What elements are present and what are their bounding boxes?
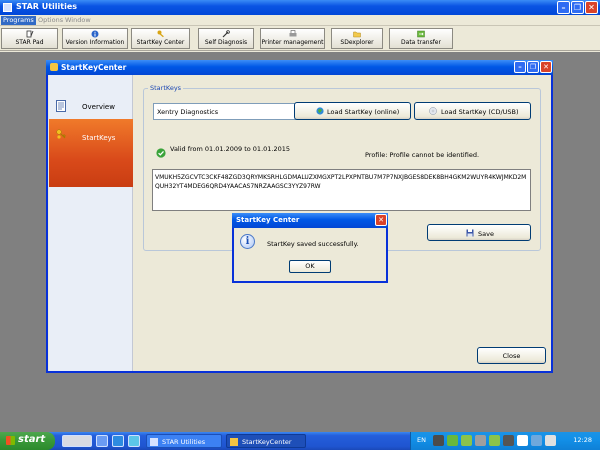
keyboard-layout-icon[interactable] xyxy=(433,435,444,446)
self-diagnosis-button[interactable]: Self Diagnosis xyxy=(198,28,254,49)
star-pad-button[interactable]: STAR Pad xyxy=(1,28,58,49)
toolbar-label: StartKey Center xyxy=(136,39,185,46)
speaker-icon[interactable] xyxy=(545,435,556,446)
toolbar-label: Data transfer xyxy=(401,39,441,46)
printer-icon xyxy=(289,30,296,37)
d-icon[interactable] xyxy=(517,435,528,446)
menu-bar: Programs Options Window xyxy=(0,15,600,26)
window-title-bar[interactable]: StartKeyCenter – ❐ ✕ xyxy=(46,60,553,75)
group-label: StartKeys xyxy=(148,84,184,92)
dialog-close-button[interactable]: ✕ xyxy=(375,214,387,226)
close-button[interactable]: ✕ xyxy=(585,1,598,14)
startkey-center-button[interactable]: StartKey Center xyxy=(131,28,190,49)
menu-window[interactable]: Window xyxy=(63,16,93,25)
app-title-bar[interactable]: STAR Utilities – ❐ ✕ xyxy=(0,0,600,15)
z-icon[interactable] xyxy=(489,435,500,446)
folder-icon xyxy=(353,31,361,38)
language-indicator[interactable]: EN xyxy=(417,436,426,444)
printer-management-button[interactable]: Printer management xyxy=(260,28,325,49)
toolbar-label: SDexplorer xyxy=(340,39,374,46)
info-icon xyxy=(91,30,99,38)
dialog-message: StartKey saved successfully. xyxy=(267,240,359,248)
keyboard-icon[interactable] xyxy=(62,435,92,447)
shield-icon[interactable] xyxy=(531,435,542,446)
close-button[interactable]: ✕ xyxy=(540,61,552,73)
minimize-button[interactable]: – xyxy=(514,61,526,73)
app-title: STAR Utilities xyxy=(16,2,78,11)
profile-text: Profile: Profile cannot be identified. xyxy=(365,151,480,159)
start-button[interactable]: start xyxy=(0,432,55,450)
disc-icon xyxy=(429,107,437,115)
toolbar-label: Self Diagnosis xyxy=(204,39,248,46)
left-navigation: Overview StartKeys xyxy=(49,75,133,371)
close-window-button[interactable]: Close xyxy=(477,347,546,364)
load-startkey-cd-usb-button[interactable]: Load StartKey (CD/USB) xyxy=(414,102,531,120)
key-icon xyxy=(230,438,238,446)
key-icon xyxy=(157,30,164,38)
version-information-button[interactable]: Version Information xyxy=(62,28,128,49)
app-icon xyxy=(3,3,12,12)
dialog-title-bar[interactable]: StartKey Center ✕ xyxy=(232,213,388,228)
network-icon[interactable] xyxy=(503,435,514,446)
taskbar: start STAR Utilities StartKeyCenter EN 1… xyxy=(0,432,600,450)
window-icon xyxy=(50,63,58,71)
toolbar-label: STAR Pad xyxy=(15,39,44,46)
media-icon[interactable] xyxy=(128,435,140,447)
startkey-saved-dialog: StartKey Center ✕ i StartKey saved succe… xyxy=(232,213,388,283)
button-label: Close xyxy=(502,352,521,360)
menu-programs[interactable]: Programs xyxy=(1,16,36,25)
minimize-button[interactable]: – xyxy=(557,1,570,14)
windows-logo-icon xyxy=(6,436,15,445)
tool-icon[interactable] xyxy=(447,435,458,446)
task-star-utilities[interactable]: STAR Utilities xyxy=(146,434,222,448)
check-icon xyxy=(156,148,166,158)
dialog-title: StartKey Center xyxy=(236,216,300,224)
pen-icon xyxy=(26,30,33,38)
document-icon xyxy=(56,100,66,112)
transfer-icon xyxy=(417,30,425,38)
clock: 12:28 xyxy=(573,436,592,444)
start-label: start xyxy=(18,434,46,445)
sdexplorer-button[interactable]: SDexplorer xyxy=(331,28,383,49)
z-icon[interactable] xyxy=(461,435,472,446)
product-select-value: Xentry Diagnostics xyxy=(157,108,219,116)
floppy-icon xyxy=(466,229,474,237)
nav-label: StartKeys xyxy=(82,134,116,142)
maximize-button[interactable]: ❐ xyxy=(527,61,539,73)
startkey-textbox[interactable]: VMUKH5ZGCVTC3CKF48ZGD3QRYMKSRHLGDMALUZXM… xyxy=(152,169,531,211)
button-label: Load StartKey (online) xyxy=(327,108,400,116)
task-label: StartKeyCenter xyxy=(242,438,292,446)
validity-text: Valid from 01.01.2009 to 01.01.2015 xyxy=(170,145,291,153)
keys-icon xyxy=(56,129,66,139)
load-startkey-online-button[interactable]: Load StartKey (online) xyxy=(294,102,411,120)
app-icon xyxy=(150,438,158,446)
task-label: STAR Utilities xyxy=(162,438,206,446)
info-icon: i xyxy=(240,234,255,249)
desktop-icon[interactable] xyxy=(96,435,108,447)
ok-button[interactable]: OK xyxy=(289,260,331,273)
nav-label: Overview xyxy=(82,103,115,111)
data-transfer-button[interactable]: Data transfer xyxy=(389,28,453,49)
nav-item-startkeys[interactable]: StartKeys xyxy=(49,119,133,187)
diagnosis-icon xyxy=(222,30,230,38)
toolbar: STAR Pad Version Information StartKey Ce… xyxy=(0,27,600,51)
button-label: Load StartKey (CD/USB) xyxy=(441,108,519,116)
ie-icon[interactable] xyxy=(112,435,124,447)
task-startkey-center[interactable]: StartKeyCenter xyxy=(226,434,306,448)
window-title: StartKeyCenter xyxy=(61,63,127,72)
button-label: Save xyxy=(478,230,494,238)
globe-icon xyxy=(316,107,324,115)
maximize-button[interactable]: ❐ xyxy=(571,1,584,14)
toolbar-label: Version Information xyxy=(65,39,125,46)
menu-options[interactable]: Options xyxy=(36,16,65,25)
app-tray-icon[interactable] xyxy=(475,435,486,446)
save-button[interactable]: Save xyxy=(427,224,531,241)
toolbar-label: Printer management xyxy=(261,39,324,46)
system-tray: EN 12:28 xyxy=(410,432,600,450)
